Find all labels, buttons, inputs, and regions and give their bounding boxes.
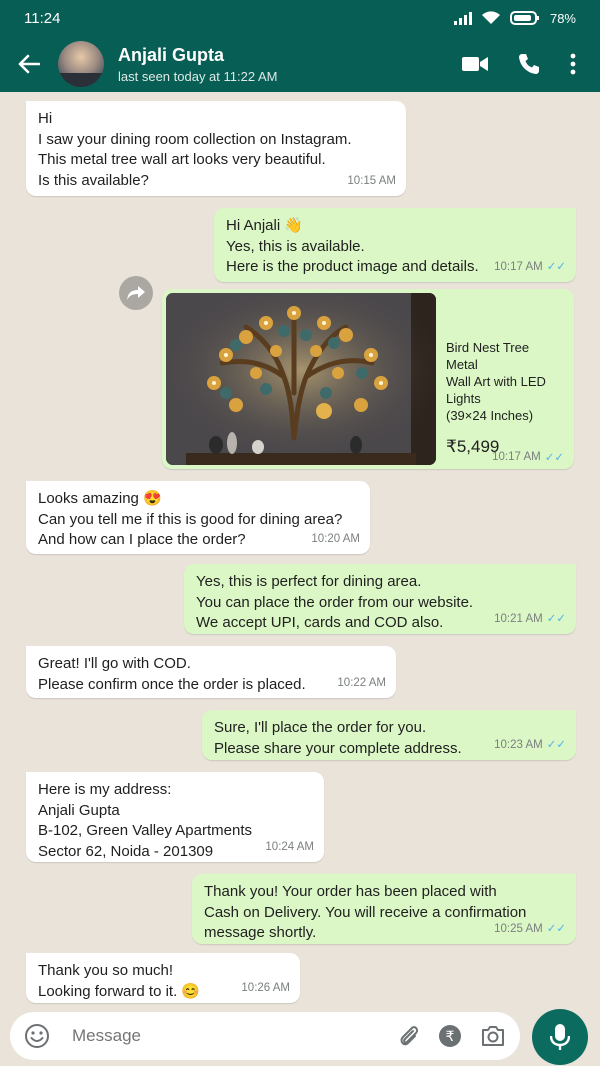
message-bubble[interactable]: Yes, this is perfect for dining area. Yo… bbox=[184, 564, 576, 634]
message-bubble[interactable]: Thank you so much! Looking forward to it… bbox=[26, 953, 300, 1003]
message-text: This metal tree wall art looks very beau… bbox=[38, 151, 326, 168]
arrow-left-icon bbox=[18, 54, 40, 74]
status-bar: 11:24 78% bbox=[0, 0, 600, 36]
avatar[interactable] bbox=[58, 41, 104, 87]
message-input[interactable] bbox=[50, 1026, 398, 1046]
chat-area[interactable]: Hi I saw your dining room collection on … bbox=[0, 92, 600, 1006]
double-check-icon: ✓✓ bbox=[546, 738, 566, 751]
message-bubble[interactable]: Great! I'll go with COD. Please confirm … bbox=[26, 646, 396, 698]
message-text: Yes, this is perfect for dining area. bbox=[196, 573, 422, 590]
message-time: 10:24 AM bbox=[265, 840, 314, 853]
double-check-icon: ✓✓ bbox=[546, 260, 566, 273]
attach-icon[interactable] bbox=[398, 1024, 420, 1048]
video-call-icon[interactable] bbox=[462, 55, 488, 73]
message-text: Hi Anjali 👋 bbox=[226, 217, 304, 234]
message-text: Looks amazing 😍 bbox=[38, 490, 162, 507]
product-title: Bird Nest Tree Metal bbox=[446, 340, 530, 372]
message-text: Thank you! Your order has been placed wi… bbox=[204, 883, 497, 900]
product-card[interactable]: Bird Nest Tree Metal Wall Art with LED L… bbox=[162, 289, 574, 469]
message-bubble[interactable]: Here is my address: Anjali Gupta B-102, … bbox=[26, 772, 324, 862]
tree-wall-art-image bbox=[166, 293, 436, 465]
battery-icon bbox=[509, 11, 539, 25]
message-time: 10:25 AM bbox=[494, 922, 543, 935]
status-icons: 78% bbox=[453, 10, 576, 26]
message-text: Please confirm once the order is placed. bbox=[38, 675, 306, 693]
message-time: 10:17 AM bbox=[492, 451, 541, 463]
contact-info[interactable]: Anjali Gupta last seen today at 11:22 AM bbox=[118, 45, 462, 84]
message-text: Is this available? bbox=[38, 171, 149, 189]
status-time: 11:24 bbox=[24, 9, 61, 27]
message-time: 10:23 AM bbox=[494, 738, 543, 751]
signal-icon bbox=[453, 11, 472, 25]
double-check-icon: ✓✓ bbox=[546, 922, 566, 935]
mic-button[interactable] bbox=[532, 1009, 588, 1065]
product-details: Bird Nest Tree Metal Wall Art with LED L… bbox=[436, 293, 570, 465]
more-vert-icon[interactable] bbox=[570, 53, 576, 75]
message-text: Great! I'll go with COD. bbox=[38, 655, 191, 672]
message-text: Yes, this is available. bbox=[226, 237, 365, 255]
message-bubble[interactable]: Looks amazing 😍 Can you tell me if this … bbox=[26, 481, 370, 554]
product-title: Wall Art with LED Lights bbox=[446, 374, 546, 406]
message-text: I saw your dining room collection on Ins… bbox=[38, 130, 352, 148]
mic-icon bbox=[550, 1024, 570, 1050]
message-text: Anjali Gupta bbox=[38, 801, 120, 819]
message-composer: ₹ bbox=[10, 1012, 520, 1060]
message-time: 10:26 AM bbox=[241, 981, 290, 994]
wifi-icon bbox=[481, 11, 500, 24]
message-bubble[interactable]: Thank you! Your order has been placed wi… bbox=[192, 874, 576, 944]
forward-icon bbox=[127, 286, 145, 300]
message-bubble[interactable]: Hi Anjali 👋 Yes, this is available. Here… bbox=[214, 208, 576, 282]
phone-icon[interactable] bbox=[518, 53, 540, 75]
message-text: Hi bbox=[38, 110, 53, 127]
contact-name: Anjali Gupta bbox=[118, 44, 225, 65]
message-text: And how can I place the order? bbox=[38, 531, 246, 548]
battery-percent: 78% bbox=[549, 10, 576, 26]
message-text: Can you tell me if this is good for dini… bbox=[38, 510, 343, 528]
message-time: 10:20 AM bbox=[311, 532, 360, 545]
message-time: 10:17 AM bbox=[494, 260, 543, 273]
double-check-icon: ✓✓ bbox=[544, 452, 564, 464]
message-bubble[interactable]: Sure, I'll place the order for you. Plea… bbox=[202, 710, 576, 760]
message-time: 10:21 AM bbox=[494, 612, 543, 625]
double-check-icon: ✓✓ bbox=[546, 612, 566, 625]
message-time: 10:22 AM bbox=[337, 676, 386, 689]
message-bubble[interactable]: Hi I saw your dining room collection on … bbox=[26, 101, 406, 196]
emoji-icon[interactable] bbox=[24, 1023, 50, 1049]
rupee-payment-icon[interactable]: ₹ bbox=[438, 1024, 462, 1048]
message-time: 10:15 AM bbox=[347, 174, 396, 187]
last-seen: last seen today at 11:22 AM bbox=[118, 68, 278, 84]
chat-header: Anjali Gupta last seen today at 11:22 AM bbox=[0, 36, 600, 92]
message-text: Here is my address: bbox=[38, 781, 172, 798]
svg-text:₹: ₹ bbox=[446, 1029, 455, 1045]
camera-icon[interactable] bbox=[480, 1025, 506, 1047]
back-button[interactable] bbox=[0, 36, 58, 92]
product-image[interactable] bbox=[166, 293, 436, 465]
product-size: (39×24 Inches) bbox=[446, 408, 534, 423]
forward-button[interactable] bbox=[119, 276, 153, 310]
